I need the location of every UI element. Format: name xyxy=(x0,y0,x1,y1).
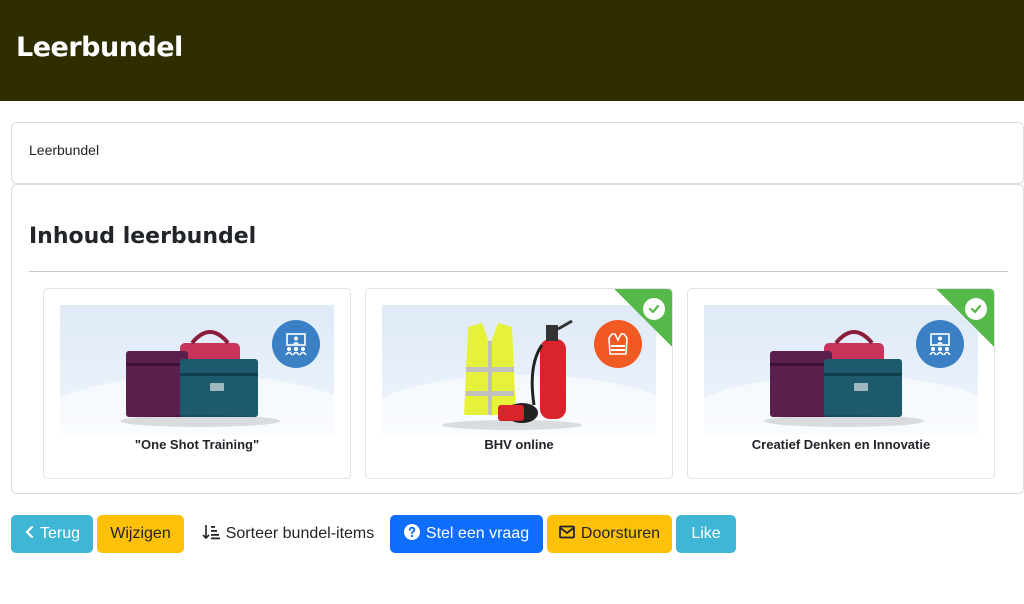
chevron-left-icon xyxy=(24,525,34,544)
item-title: Creatief Denken en Innovatie xyxy=(751,437,931,452)
like-button-label: Like xyxy=(691,525,721,542)
edit-button[interactable]: Wijzigen xyxy=(97,515,184,553)
edit-button-label: Wijzigen xyxy=(110,525,171,542)
forward-button[interactable]: Doorsturen xyxy=(547,515,672,553)
checkmark-icon xyxy=(965,298,987,320)
bundle-item-card[interactable]: BHV online xyxy=(365,288,673,479)
checkmark-icon xyxy=(643,298,665,320)
completed-badge xyxy=(614,289,672,347)
completed-badge xyxy=(936,289,994,347)
bundle-content-card: Inhoud leerbundel "One Shot Training" BH… xyxy=(11,184,1024,494)
sort-items-label: Sorteer bundel-items xyxy=(225,525,375,542)
divider xyxy=(29,271,1008,272)
back-button[interactable]: Terug xyxy=(11,515,93,553)
sort-items-button[interactable]: Sorteer bundel-items xyxy=(195,515,381,553)
sort-icon xyxy=(202,524,220,545)
classroom-icon xyxy=(272,320,320,368)
section-heading: Inhoud leerbundel xyxy=(29,224,257,249)
forward-button-label: Doorsturen xyxy=(580,525,661,542)
bundle-item-card[interactable]: Creatief Denken en Innovatie xyxy=(687,288,995,479)
ask-question-label: Stel een vraag xyxy=(425,525,530,542)
breadcrumb: Leerbundel xyxy=(11,122,1024,184)
item-thumbnail xyxy=(60,305,334,435)
bundle-item-card[interactable]: "One Shot Training" xyxy=(43,288,351,479)
like-button[interactable]: Like xyxy=(676,515,736,553)
back-button-label: Terug xyxy=(39,525,81,542)
page-title: Leerbundel xyxy=(16,32,183,63)
item-title: "One Shot Training" xyxy=(134,437,260,452)
ask-question-button[interactable]: Stel een vraag xyxy=(390,515,543,553)
question-circle-icon xyxy=(403,523,420,545)
top-bar: Leerbundel xyxy=(0,0,1024,101)
item-title: BHV online xyxy=(484,437,554,452)
envelope-icon xyxy=(559,525,575,544)
breadcrumb-current: Leerbundel xyxy=(29,142,100,158)
